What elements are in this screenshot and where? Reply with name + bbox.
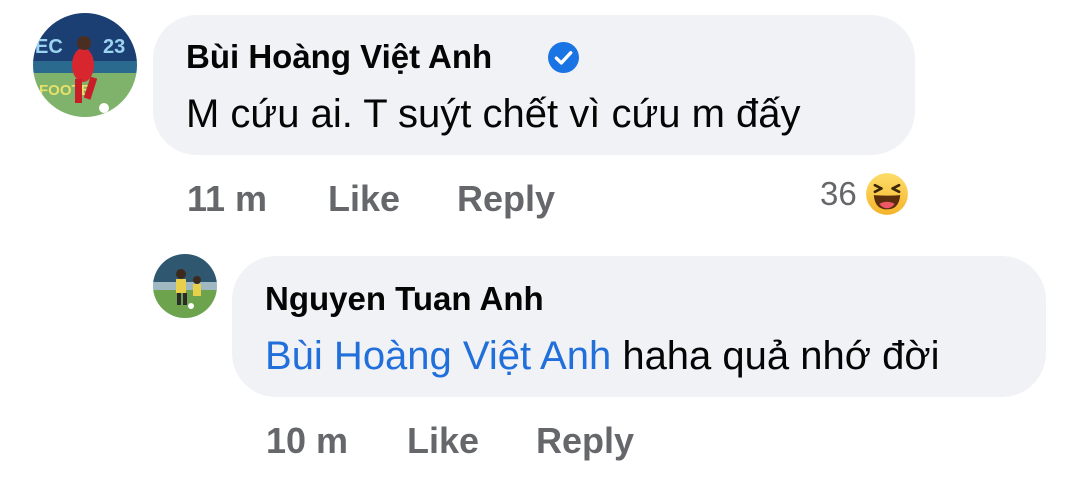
reply-timestamp[interactable]: 10 m <box>266 420 348 462</box>
reply-text-body: haha quả nhớ đời <box>611 334 940 378</box>
like-button[interactable]: Like <box>328 178 400 220</box>
reply-text: Bùi Hoàng Việt Anh haha quả nhớ đời <box>265 334 939 379</box>
svg-text:23: 23 <box>103 36 125 58</box>
comment-text: M cứu ai. T suýt chết vì cứu m đấy <box>186 92 801 136</box>
avatar[interactable] <box>153 254 217 318</box>
reply-button[interactable]: Reply <box>457 178 555 220</box>
mention-link[interactable]: Bùi Hoàng Việt Anh <box>265 334 611 378</box>
svg-text:EC: EC <box>35 36 63 58</box>
avatar[interactable]: EC 23 FOOTB <box>33 13 137 117</box>
reaction-summary[interactable]: 36 <box>820 172 909 216</box>
reply-author-name[interactable]: Nguyen Tuan Anh <box>265 280 544 318</box>
comment-timestamp[interactable]: 11 m <box>187 178 267 220</box>
reply-button[interactable]: Reply <box>536 420 634 462</box>
like-button[interactable]: Like <box>407 420 479 462</box>
avatar-photo <box>153 254 217 318</box>
avatar-photo: EC 23 FOOTB <box>33 13 137 117</box>
comment-author-name[interactable]: Bùi Hoàng Việt Anh <box>186 38 492 76</box>
haha-emoji-icon <box>865 173 908 215</box>
svg-text:FOOTB: FOOTB <box>39 82 92 99</box>
verified-badge-icon <box>548 42 579 73</box>
reaction-count: 36 <box>820 175 857 212</box>
